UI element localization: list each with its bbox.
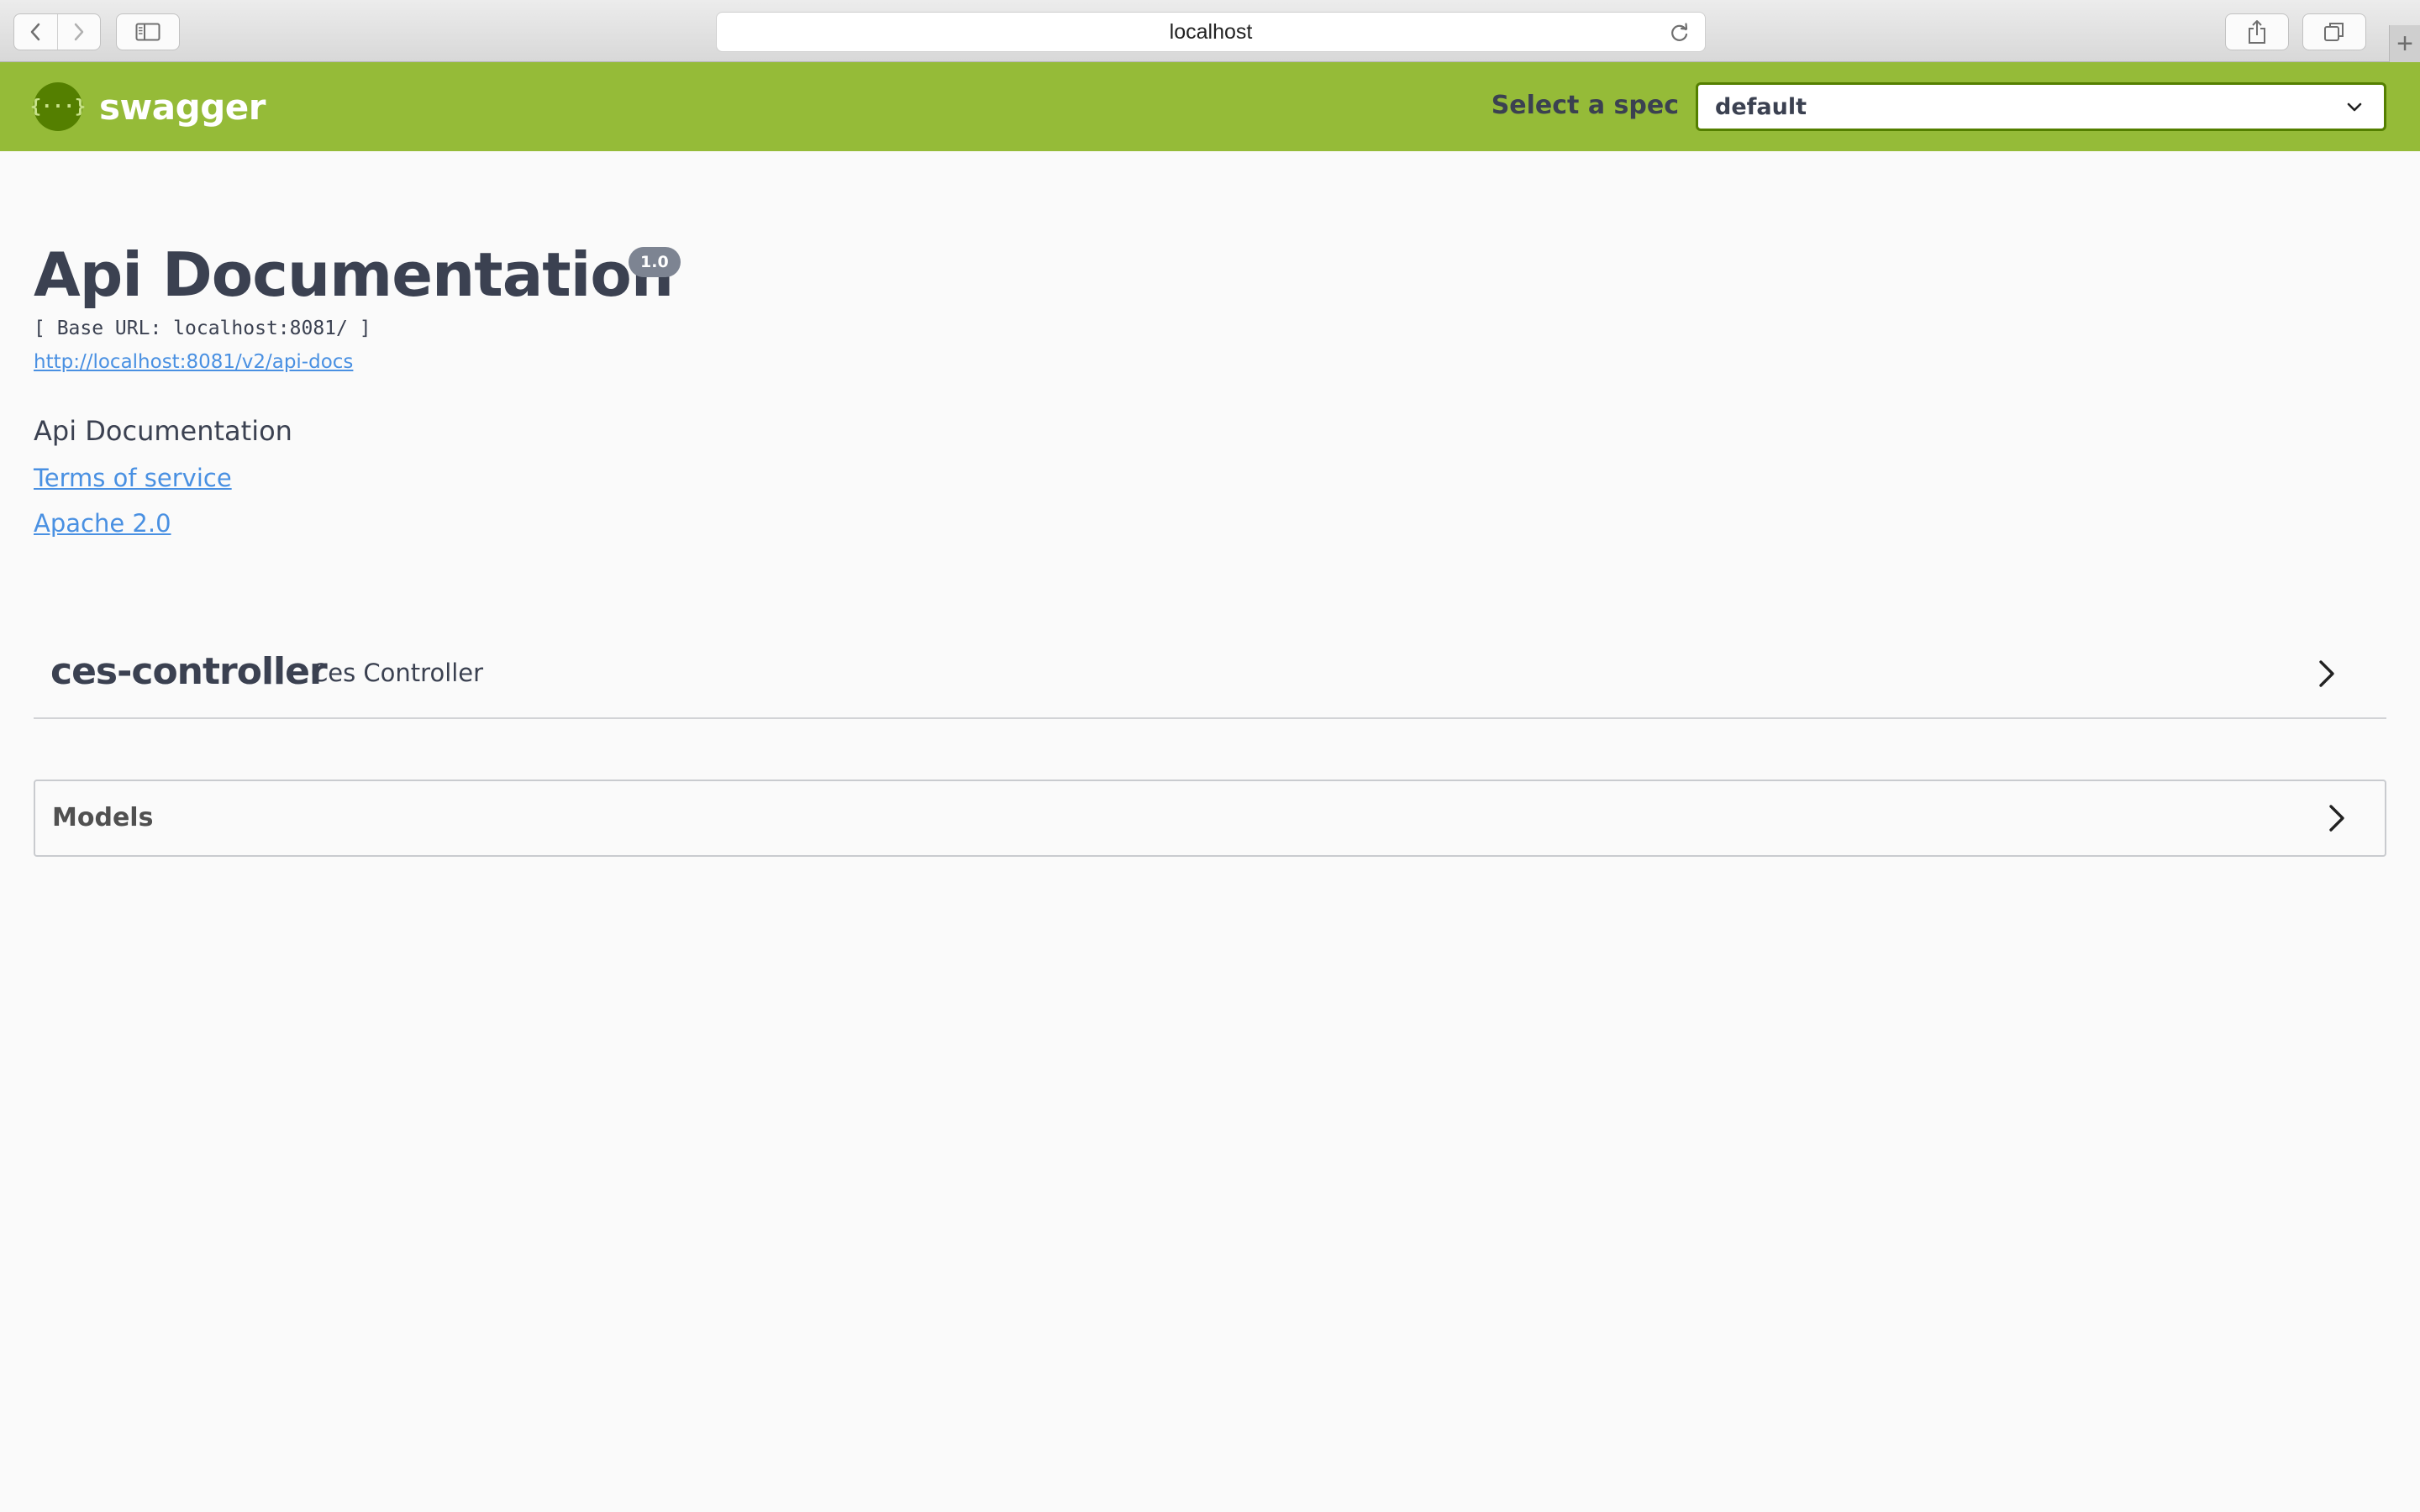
- chevron-right-icon: [74, 23, 83, 41]
- nav-button-group: [13, 13, 101, 50]
- tabs-overview-button[interactable]: [2302, 13, 2366, 50]
- spec-select[interactable]: default: [1696, 82, 2386, 131]
- license-link[interactable]: Apache 2.0: [34, 509, 171, 538]
- chevron-right-icon[interactable]: [2311, 654, 2344, 696]
- browser-toolbar: localhost +: [0, 0, 2420, 62]
- api-description: Api Documentation: [34, 415, 292, 447]
- version-badge: 1.0: [629, 247, 681, 277]
- plus-icon: +: [2396, 27, 2413, 60]
- address-bar[interactable]: localhost: [716, 12, 1706, 52]
- terms-of-service-link[interactable]: Terms of service: [34, 464, 232, 492]
- tag-description: Ces Controller: [311, 659, 484, 687]
- select-spec-label: Select a spec: [1491, 91, 1679, 120]
- chevron-right-icon[interactable]: [2321, 798, 2354, 840]
- reload-icon[interactable]: [1668, 21, 1691, 45]
- back-button[interactable]: [14, 14, 57, 50]
- swagger-topbar: {···} swagger Select a spec default: [0, 62, 2420, 151]
- api-docs-link[interactable]: http://localhost:8081/v2/api-docs: [34, 351, 353, 373]
- share-button[interactable]: [2225, 13, 2289, 50]
- sidebar-button[interactable]: [116, 13, 180, 50]
- swagger-brand-text: swagger: [99, 86, 266, 128]
- address-text: localhost: [1169, 19, 1253, 44]
- share-icon: [2249, 20, 2265, 44]
- spec-select-value: default: [1715, 93, 1807, 120]
- chevron-left-icon: [31, 23, 40, 41]
- forward-button[interactable]: [56, 14, 101, 50]
- sidebar-icon: [135, 23, 160, 41]
- new-tab-button[interactable]: +: [2389, 25, 2420, 62]
- models-section[interactable]: Models: [34, 780, 2386, 857]
- swagger-logo[interactable]: {···} swagger: [30, 82, 266, 131]
- chevron-down-icon: [2347, 102, 2362, 112]
- tag-section-ces-controller[interactable]: ces-controller Ces Controller: [34, 638, 2386, 719]
- models-title: Models: [52, 803, 154, 832]
- page-title: Api Documentation: [34, 239, 674, 310]
- tag-name: ces-controller: [50, 650, 328, 693]
- tabs-icon: [2324, 23, 2344, 41]
- base-url: [ Base URL: localhost:8081/ ]: [34, 318, 371, 339]
- swagger-logo-icon: {···}: [30, 82, 86, 131]
